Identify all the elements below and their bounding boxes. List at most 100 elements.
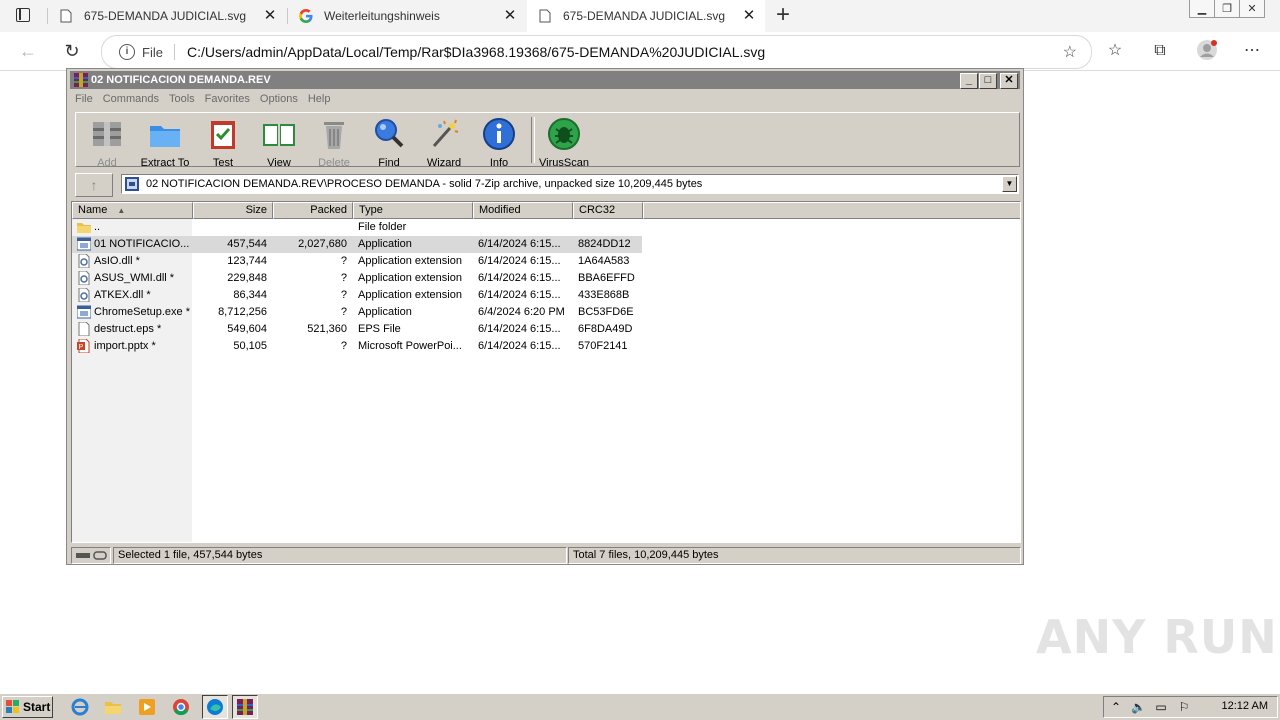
- file-type: Application extension: [358, 289, 462, 301]
- speaker-icon[interactable]: 🔈: [1131, 700, 1146, 714]
- close-icon[interactable]: ✕: [262, 8, 278, 24]
- column-headers: Name ▲ Size Packed Type Modified CRC32: [72, 202, 1020, 219]
- file-modified: 6/14/2024 6:15...: [478, 255, 561, 267]
- file-crc32: 570F2141: [578, 340, 628, 352]
- test-button[interactable]: Test: [193, 116, 253, 169]
- start-button[interactable]: Start: [2, 696, 53, 718]
- chevron-up-icon[interactable]: ⌃: [1109, 700, 1123, 714]
- back-arrow-icon[interactable]: ←: [18, 41, 38, 61]
- file-packed: ?: [340, 289, 347, 301]
- trash-icon: [316, 116, 352, 152]
- winrar-taskbar-button[interactable]: [232, 695, 258, 719]
- extract-to-button[interactable]: Extract To: [135, 116, 195, 169]
- tab-2[interactable]: Weiterleitungshinweis ✕: [288, 0, 526, 32]
- column-header-modified[interactable]: Modified: [473, 202, 573, 219]
- chevron-down-icon[interactable]: ▼: [1002, 176, 1017, 192]
- file-modified: 6/4/2024 6:20 PM: [478, 306, 565, 318]
- close-icon[interactable]: ✕: [502, 8, 518, 24]
- menu-commands[interactable]: Commands: [103, 91, 159, 107]
- file-type: Microsoft PowerPoi...: [358, 340, 462, 352]
- url-text[interactable]: C:/Users/admin/AppData/Local/Temp/Rar$DI…: [187, 44, 765, 60]
- tab-3[interactable]: 675-DEMANDA JUDICIAL.svg ✕: [527, 0, 765, 32]
- table-row[interactable]: .. File folder: [72, 219, 642, 236]
- add-button[interactable]: Add: [77, 116, 137, 169]
- view-button[interactable]: View: [249, 116, 309, 169]
- add-favorite-icon[interactable]: ☆: [1063, 42, 1077, 62]
- ie-icon[interactable]: [71, 698, 89, 716]
- close-button[interactable]: ✕: [1000, 73, 1018, 89]
- menu-options[interactable]: Options: [260, 91, 298, 107]
- media-player-icon[interactable]: [138, 698, 156, 716]
- up-one-level-button[interactable]: ↑: [75, 173, 113, 197]
- tab-actions-icon[interactable]: [16, 8, 30, 22]
- column-header-packed[interactable]: Packed: [273, 202, 353, 219]
- title-bar[interactable]: 02 NOTIFICACION DEMANDA.REV _ □ ✕: [70, 71, 1020, 89]
- flag-icon[interactable]: ⚐: [1177, 700, 1191, 714]
- column-header-size[interactable]: Size: [193, 202, 273, 219]
- file-size: 50,105: [233, 340, 267, 352]
- toolbar: Add Extract To Test View Delete Find Wiz…: [75, 112, 1020, 169]
- column-header-name[interactable]: Name ▲: [72, 202, 193, 219]
- wizard-label: Wizard: [426, 157, 462, 169]
- menu-favorites[interactable]: Favorites: [205, 91, 250, 107]
- more-menu-icon[interactable]: ⋯: [1242, 41, 1262, 61]
- window-controls: ▁ ❐ ✕: [1189, 0, 1265, 18]
- tab-1[interactable]: 675-DEMANDA JUDICIAL.svg ✕: [48, 0, 286, 32]
- refresh-icon[interactable]: ↻: [62, 41, 82, 61]
- profile-avatar[interactable]: [1196, 39, 1217, 60]
- restore-icon[interactable]: ❐: [1214, 0, 1240, 18]
- archive-icon: [125, 177, 139, 191]
- add-archive-icon: [89, 116, 125, 152]
- table-row[interactable]: ATKEX.dll * 86,344 ? Application extensi…: [72, 287, 642, 304]
- network-icon[interactable]: ▭: [1154, 700, 1168, 714]
- menu-tools[interactable]: Tools: [169, 91, 195, 107]
- minimize-icon[interactable]: ▁: [1189, 0, 1215, 18]
- file-scheme-label: File: [142, 45, 163, 60]
- folder-icon: [77, 220, 91, 234]
- virusscan-button[interactable]: VirusScan: [534, 116, 594, 169]
- path-row: ↑ 02 NOTIFICACION DEMANDA.REV\PROCESO DE…: [75, 173, 1020, 197]
- file-packed: 521,360: [307, 323, 347, 335]
- info-button[interactable]: Info: [469, 116, 529, 169]
- wizard-button[interactable]: Wizard: [414, 116, 474, 169]
- chrome-icon[interactable]: [172, 698, 190, 716]
- winrar-window: 02 NOTIFICACION DEMANDA.REV _ □ ✕ File C…: [66, 68, 1024, 565]
- table-row[interactable]: ASUS_WMI.dll * 229,848 ? Application ext…: [72, 270, 642, 287]
- magic-wand-icon: [426, 116, 462, 152]
- table-row[interactable]: ChromeSetup.exe * 8,712,256 ? Applicatio…: [72, 304, 642, 321]
- table-row[interactable]: P import.pptx * 50,105 ? Microsoft Power…: [72, 338, 642, 355]
- edge-taskbar-button[interactable]: [202, 695, 228, 719]
- page-icon: [58, 8, 74, 24]
- file-name: import.pptx *: [94, 340, 156, 352]
- file-crc32: 1A64A583: [578, 255, 630, 267]
- column-header-crc32[interactable]: CRC32: [573, 202, 643, 219]
- path-combobox[interactable]: 02 NOTIFICACION DEMANDA.REV\PROCESO DEMA…: [121, 174, 1019, 194]
- menu-file[interactable]: File: [75, 91, 93, 107]
- minimize-button[interactable]: _: [960, 73, 978, 89]
- table-row[interactable]: 01 NOTIFICACIO... 457,544 2,027,680 Appl…: [72, 236, 642, 253]
- info-icon[interactable]: i: [119, 44, 135, 60]
- file-modified: 6/14/2024 6:15...: [478, 238, 561, 250]
- delete-button[interactable]: Delete: [304, 116, 364, 169]
- collections-icon[interactable]: ⧉: [1150, 41, 1170, 61]
- path-text: 02 NOTIFICACION DEMANDA.REV\PROCESO DEMA…: [146, 178, 703, 190]
- menu-help[interactable]: Help: [308, 91, 331, 107]
- favorites-icon[interactable]: ☆: [1105, 41, 1125, 61]
- close-icon[interactable]: ✕: [741, 8, 757, 24]
- close-window-icon[interactable]: ✕: [1239, 0, 1265, 18]
- info-label: Info: [489, 157, 509, 169]
- new-tab-button[interactable]: +: [772, 3, 794, 27]
- address-bar[interactable]: i File C:/Users/admin/AppData/Local/Temp…: [101, 35, 1092, 69]
- maximize-button[interactable]: □: [979, 73, 997, 89]
- find-label: Find: [378, 157, 400, 169]
- pptx-icon: P: [77, 339, 91, 353]
- explorer-icon[interactable]: [104, 698, 122, 716]
- column-header-type[interactable]: Type: [353, 202, 473, 219]
- view-book-icon: [261, 116, 297, 152]
- find-button[interactable]: Find: [359, 116, 419, 169]
- table-row[interactable]: destruct.eps * 549,604 521,360 EPS File …: [72, 321, 642, 338]
- view-label: View: [267, 157, 291, 169]
- start-label: Start: [23, 700, 51, 714]
- table-row[interactable]: AsIO.dll * 123,744 ? Application extensi…: [72, 253, 642, 270]
- file-size: 229,848: [227, 272, 267, 284]
